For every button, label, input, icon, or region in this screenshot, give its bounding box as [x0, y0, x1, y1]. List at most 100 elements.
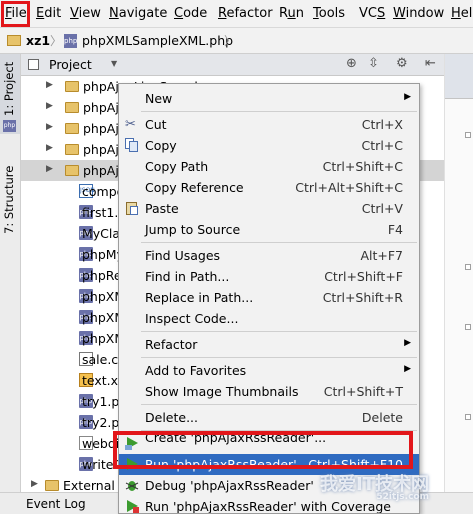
context-menu-item[interactable]: Copy Path Ctrl+Shift+C — [119, 156, 419, 177]
context-menu-item[interactable]: Refactor ▶ — [119, 334, 419, 355]
context-menu-label: Cut — [145, 117, 167, 132]
context-menu-item[interactable]: Jump to Source F4 — [119, 219, 419, 240]
menu-item[interactable]: Run — [279, 6, 304, 22]
context-menu-label: Paste — [145, 201, 179, 216]
fold-marker-icon[interactable] — [465, 324, 471, 330]
menu-label-part: elp — [460, 6, 473, 21]
menu-item[interactable]: Help — [451, 6, 473, 22]
breadcrumb-file[interactable]: phpXMLSampleXML.php — [82, 33, 233, 48]
folder-icon — [65, 165, 79, 176]
expand-arrow-icon[interactable]: ▶ — [46, 143, 53, 153]
context-menu-item[interactable]: Paste Ctrl+V — [119, 198, 419, 219]
context-menu-item[interactable]: New ▶ — [119, 88, 419, 109]
context-menu-label: Find in Path... — [145, 269, 230, 284]
folder-icon — [65, 81, 79, 92]
file-menu-annotation-box — [1, 1, 30, 27]
context-menu-label: Replace in Path... — [145, 290, 254, 305]
expand-arrow-icon[interactable]: ▶ — [46, 122, 53, 132]
context-menu-label: Show Image Thumbnails — [145, 384, 299, 399]
menu-label-part: VC — [359, 6, 377, 21]
scissors-icon: ✂ — [125, 117, 136, 132]
copy-icon — [125, 138, 139, 152]
menu-mnemonic: V — [70, 6, 79, 21]
breadcrumb: xz1 〉 php phpXMLSampleXML.php 〉 — [0, 28, 473, 54]
menu-item[interactable]: Refactor — [218, 6, 273, 22]
tree-item-label: MyCla — [82, 226, 121, 241]
fold-marker-icon[interactable] — [465, 132, 471, 138]
tree-item-label: phpRe — [82, 268, 122, 283]
menu-item[interactable]: Tools — [313, 6, 345, 22]
menu-mnemonic: E — [36, 6, 45, 21]
context-menu-label: Debug 'phpAjaxRssReader' — [145, 478, 314, 493]
menu-separator — [141, 331, 417, 332]
context-menu-item[interactable]: Add to Favorites ▶ — [119, 360, 419, 381]
php-file-icon: php — [64, 34, 77, 48]
menu-mnemonic: N — [109, 6, 119, 21]
context-menu-label: Copy Reference — [145, 180, 244, 195]
shortcut-label: Ctrl+Shift+R — [322, 290, 403, 305]
menu-separator — [141, 357, 417, 358]
menu-label-part: ools — [318, 6, 346, 21]
context-menu-item[interactable]: Replace in Path... Ctrl+Shift+R — [119, 287, 419, 308]
project-tool-tab[interactable]: 1: Project — [2, 62, 16, 116]
editor-area — [444, 54, 473, 514]
gear-icon[interactable]: ⚙ — [396, 56, 408, 71]
menu-mnemonic: S — [376, 6, 386, 21]
context-menu-item[interactable]: Show Image Thumbnails Ctrl+Shift+T — [119, 381, 419, 402]
context-menu-label: Add to Favorites — [145, 363, 247, 378]
locate-icon[interactable]: ⊕ — [346, 56, 357, 71]
shortcut-label: Ctrl+C — [361, 138, 403, 153]
shortcut-label: Ctrl+Shift+C — [322, 159, 403, 174]
menu-item[interactable]: Window — [393, 6, 444, 22]
menu-item[interactable]: Edit — [36, 6, 61, 22]
context-menu-item[interactable]: Find in Path... Ctrl+Shift+F — [119, 266, 419, 287]
menu-label-part: dit — [44, 6, 62, 21]
menu-item[interactable]: VCS — [359, 6, 385, 22]
context-menu-label: Find Usages — [145, 248, 221, 263]
project-panel-title[interactable]: Project — [49, 57, 92, 72]
context-menu-item[interactable]: ✂ Cut Ctrl+X — [119, 114, 419, 135]
breadcrumb-project[interactable]: xz1 — [26, 33, 50, 48]
fold-marker-icon[interactable] — [465, 414, 471, 420]
fold-marker-icon[interactable] — [465, 264, 471, 270]
breadcrumb-separator-icon: 〉 — [50, 34, 63, 48]
menu-mnemonic: u — [287, 6, 296, 21]
expand-arrow-icon[interactable]: ▶ — [46, 164, 53, 174]
context-menu-item[interactable]: Delete... Delete — [119, 407, 419, 428]
expand-arrow-icon[interactable]: ▶ — [31, 479, 38, 489]
editor-tab-bar — [445, 54, 473, 99]
tree-item-label: External L — [63, 478, 126, 493]
structure-tool-tab[interactable]: 7: Structure — [2, 166, 16, 234]
context-menu-item[interactable]: Copy Reference Ctrl+Alt+Shift+C — [119, 177, 419, 198]
shortcut-label: Delete — [361, 410, 403, 425]
coverage-icon — [125, 499, 139, 513]
submenu-arrow-icon: ▶ — [404, 92, 411, 102]
tree-item-label: phpAj — [83, 121, 119, 136]
menu-label-part: ode — [183, 6, 208, 21]
menu-mnemonic: C — [174, 6, 184, 21]
shortcut-label: Ctrl+Shift+T — [323, 384, 403, 399]
shortcut-label: Ctrl+V — [361, 201, 403, 216]
expand-arrow-icon[interactable]: ▶ — [46, 101, 53, 111]
hide-panel-icon[interactable]: ⇤ — [425, 56, 436, 71]
context-menu-item[interactable]: Inspect Code... — [119, 308, 419, 329]
php-icon: php — [3, 120, 16, 132]
menu-item[interactable]: Navigate — [109, 6, 167, 22]
menu-label-part: n — [295, 6, 304, 21]
collapse-all-icon[interactable]: ⇳ — [368, 56, 379, 71]
event-log-tab[interactable]: Event Log — [26, 497, 86, 511]
paste-icon — [125, 201, 139, 215]
menu-bar: File Edit View Navigate Code Refactor Run Tools… — [0, 0, 473, 28]
menu-label-part: avigate — [118, 6, 168, 21]
menu-item[interactable]: View — [70, 6, 101, 22]
expand-arrow-icon[interactable]: ▶ — [46, 80, 53, 90]
context-menu-item[interactable]: Copy Ctrl+C — [119, 135, 419, 156]
menu-item[interactable]: Code — [174, 6, 207, 22]
project-view-dropdown-icon[interactable]: ▼ — [111, 59, 117, 68]
context-menu-label: Jump to Source — [145, 222, 241, 237]
context-menu-item[interactable]: Find Usages Alt+F7 — [119, 245, 419, 266]
tree-item-label: phpAj — [83, 142, 119, 157]
menu-label-part: indow — [405, 6, 445, 21]
menu-mnemonic: H — [451, 6, 461, 21]
shortcut-label: Ctrl+X — [361, 117, 403, 132]
